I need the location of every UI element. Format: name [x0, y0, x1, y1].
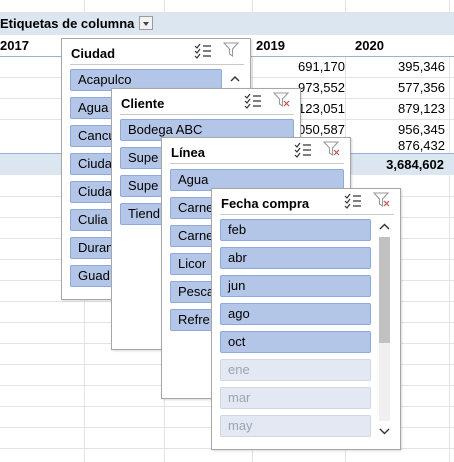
value-cell: 879,123: [398, 101, 445, 116]
year-header-2019: 2019: [256, 38, 285, 53]
clear-filter-icon[interactable]: [273, 92, 291, 108]
slicer-item-no-data[interactable]: may: [220, 415, 371, 437]
multi-select-icon[interactable]: [244, 93, 262, 109]
column-labels-header: Etiquetas de columna: [0, 16, 135, 31]
value-cell: 956,345: [398, 122, 445, 137]
slicer-separator: [170, 163, 344, 164]
slicer-title: Línea: [171, 145, 205, 160]
year-header-2017: 2017: [0, 38, 29, 53]
value-cell: 691,170: [298, 59, 345, 74]
grid-line: [449, 0, 450, 462]
slicer-item-selected[interactable]: abr: [220, 247, 371, 269]
scroll-down-icon[interactable]: [376, 423, 393, 439]
slicer-fecha-compra[interactable]: Fecha compra feb abr jun ago oct ene mar…: [211, 188, 401, 450]
scroll-up-icon[interactable]: [227, 69, 243, 89]
clear-filter-icon[interactable]: [323, 141, 341, 157]
slicer-title: Cliente: [121, 96, 165, 111]
slicer-separator: [70, 64, 244, 65]
multi-select-icon[interactable]: [194, 43, 212, 59]
clear-filter-icon[interactable]: [223, 42, 241, 58]
value-cell: 876,432: [398, 138, 445, 153]
slicer-separator: [120, 114, 294, 115]
year-header-2020: 2020: [355, 38, 384, 53]
scrollbar[interactable]: [376, 219, 393, 439]
multi-select-icon[interactable]: [344, 193, 362, 209]
value-cell: 395,346: [398, 59, 445, 74]
scroll-up-icon[interactable]: [376, 219, 393, 235]
slicer-item-selected[interactable]: feb: [220, 219, 371, 241]
clear-filter-icon[interactable]: [373, 192, 391, 208]
grand-total-value: 3,684,602: [386, 157, 444, 172]
slicer-separator: [220, 214, 394, 215]
scrollbar-thumb[interactable]: [379, 237, 390, 343]
slicer-item-selected[interactable]: ago: [220, 303, 371, 325]
slicer-item-no-data[interactable]: ene: [220, 359, 371, 381]
slicer-item-no-data[interactable]: mar: [220, 387, 371, 409]
slicer-title: Ciudad: [71, 46, 116, 61]
slicer-item-selected[interactable]: oct: [220, 331, 371, 353]
dropdown-arrow-icon[interactable]: [139, 16, 153, 30]
slicer-item-selected[interactable]: jun: [220, 275, 371, 297]
multi-select-icon[interactable]: [294, 142, 312, 158]
slicer-title: Fecha compra: [221, 196, 310, 211]
value-cell: 577,356: [398, 80, 445, 95]
